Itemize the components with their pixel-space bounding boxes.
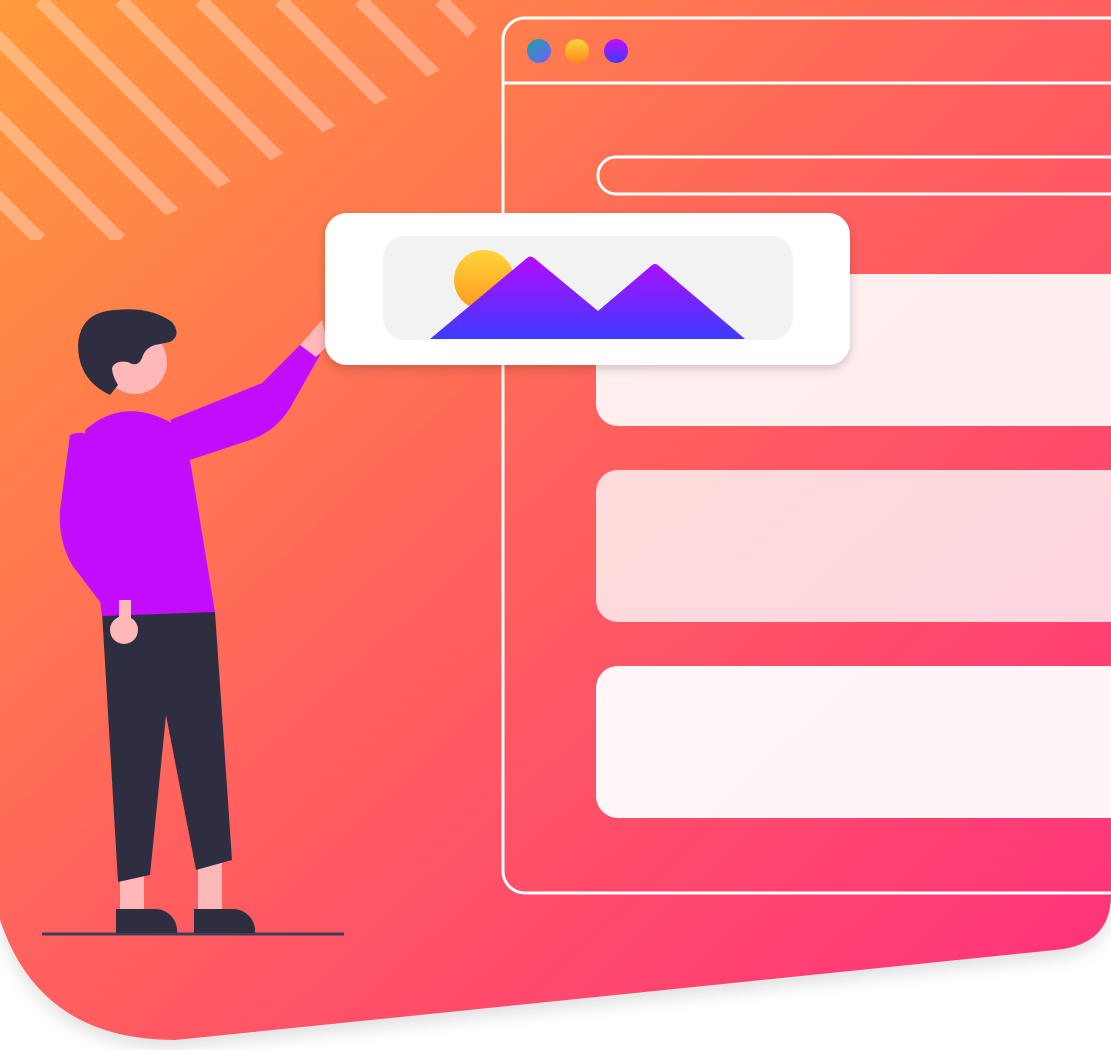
hero-illustration — [0, 0, 1111, 1040]
content-card — [596, 470, 1111, 622]
image-placeholder-icon — [383, 236, 793, 340]
window-dot-icon — [604, 39, 628, 63]
window-dot-icon — [527, 39, 551, 63]
content-card — [596, 666, 1111, 818]
window-dot-icon — [565, 39, 589, 63]
